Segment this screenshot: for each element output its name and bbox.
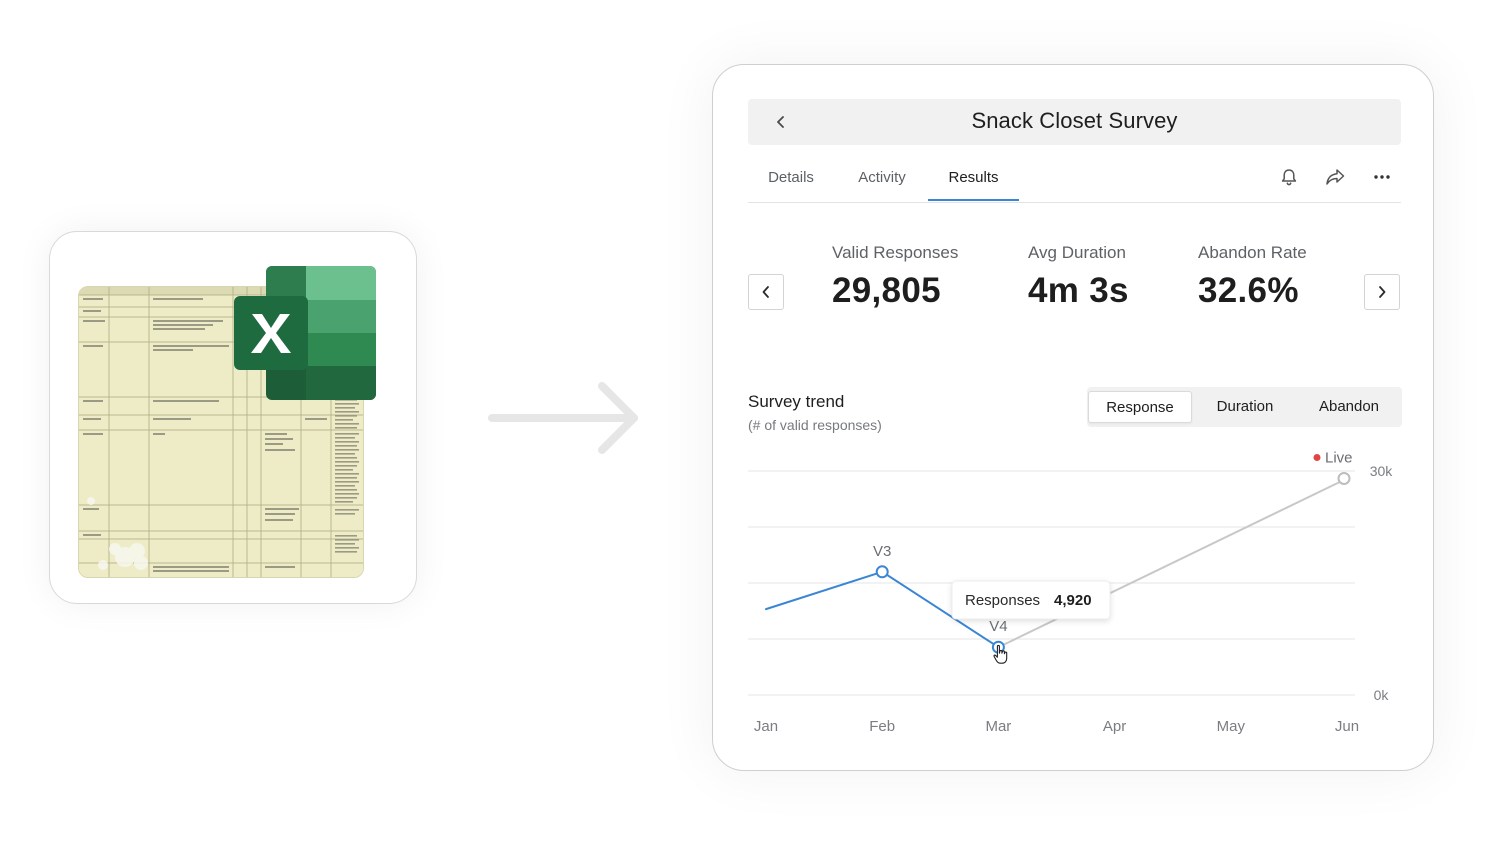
stats-next-button[interactable] — [1364, 274, 1400, 310]
stat-avg-duration: Avg Duration 4m 3s — [1028, 243, 1129, 311]
series-line — [765, 570, 884, 611]
bell-button[interactable] — [1277, 165, 1301, 189]
metric-segmented-control: Response Duration Abandon — [1087, 387, 1402, 427]
segment-duration[interactable]: Duration — [1193, 391, 1297, 423]
segment-response[interactable]: Response — [1088, 391, 1192, 423]
excel-logo-icon — [232, 266, 376, 400]
arrow-right-icon — [486, 380, 646, 456]
title-bar: Snack Closet Survey — [748, 99, 1401, 145]
stat-label: Abandon Rate — [1198, 243, 1307, 262]
stat-abandon-rate: Abandon Rate 32.6% — [1198, 243, 1307, 311]
more-icon — [1374, 175, 1390, 179]
stat-label: Avg Duration — [1028, 243, 1126, 262]
tab-activity[interactable]: Activity — [852, 169, 912, 201]
x-tick-label: Jun — [1335, 718, 1359, 735]
chevron-right-icon — [1379, 286, 1386, 298]
live-label: Live — [1325, 449, 1353, 466]
data-point[interactable] — [1337, 471, 1351, 485]
stat-valid-responses: Valid Responses 29,805 — [832, 243, 958, 311]
stat-label: Valid Responses — [832, 243, 959, 262]
version-label-v3: V3 — [873, 543, 891, 560]
page-title: Snack Closet Survey — [971, 108, 1178, 133]
survey-results-panel: Snack Closet Survey Details Activity Res… — [712, 64, 1434, 771]
x-tick-label: Feb — [869, 718, 895, 735]
segment-abandon[interactable]: Abandon — [1297, 391, 1401, 423]
version-label-v4: V4 — [989, 618, 1007, 635]
y-tick-label: 30k — [1370, 463, 1394, 479]
tab-details[interactable]: Details — [766, 169, 816, 201]
tooltip-label: Responses — [965, 592, 1040, 609]
share-icon — [1326, 169, 1345, 185]
trend-title: Survey trend — [748, 392, 845, 411]
share-button[interactable] — [1323, 165, 1347, 189]
spreadsheet-card — [49, 231, 417, 604]
tooltip-value: 4,920 — [1054, 592, 1092, 609]
chart-svg: 30k 0k Jan Feb Mar Apr May Jun Responses 4,920 V3 V… — [748, 449, 1394, 735]
more-options-button[interactable] — [1370, 165, 1394, 189]
tab-results[interactable]: Results — [928, 169, 1019, 201]
trend-subtitle: (# of valid responses) — [748, 417, 882, 433]
stat-value: 32.6% — [1198, 271, 1299, 310]
data-point[interactable] — [875, 565, 889, 579]
stats-prev-button[interactable] — [748, 274, 784, 310]
stat-value: 29,805 — [832, 271, 941, 310]
bell-icon — [1281, 169, 1297, 186]
y-tick-label: 0k — [1374, 687, 1390, 703]
survey-trend-chart: 30k 0k Jan Feb Mar Apr May Jun Responses 4,920 V3 V… — [713, 445, 1433, 745]
active-tab-indicator — [928, 199, 1019, 201]
stat-value: 4m 3s — [1028, 271, 1129, 310]
x-tick-label: May — [1217, 718, 1246, 735]
x-tick-label: Mar — [985, 718, 1011, 735]
x-tick-label: Apr — [1103, 718, 1126, 735]
chart-tooltip: Responses 4,920 — [951, 580, 1111, 620]
live-dot-icon — [1313, 453, 1321, 461]
tab-bar: Details Activity Results — [748, 165, 1401, 203]
x-tick-label: Jan — [754, 718, 778, 735]
series-line — [997, 477, 1348, 649]
chevron-left-icon — [762, 286, 769, 298]
